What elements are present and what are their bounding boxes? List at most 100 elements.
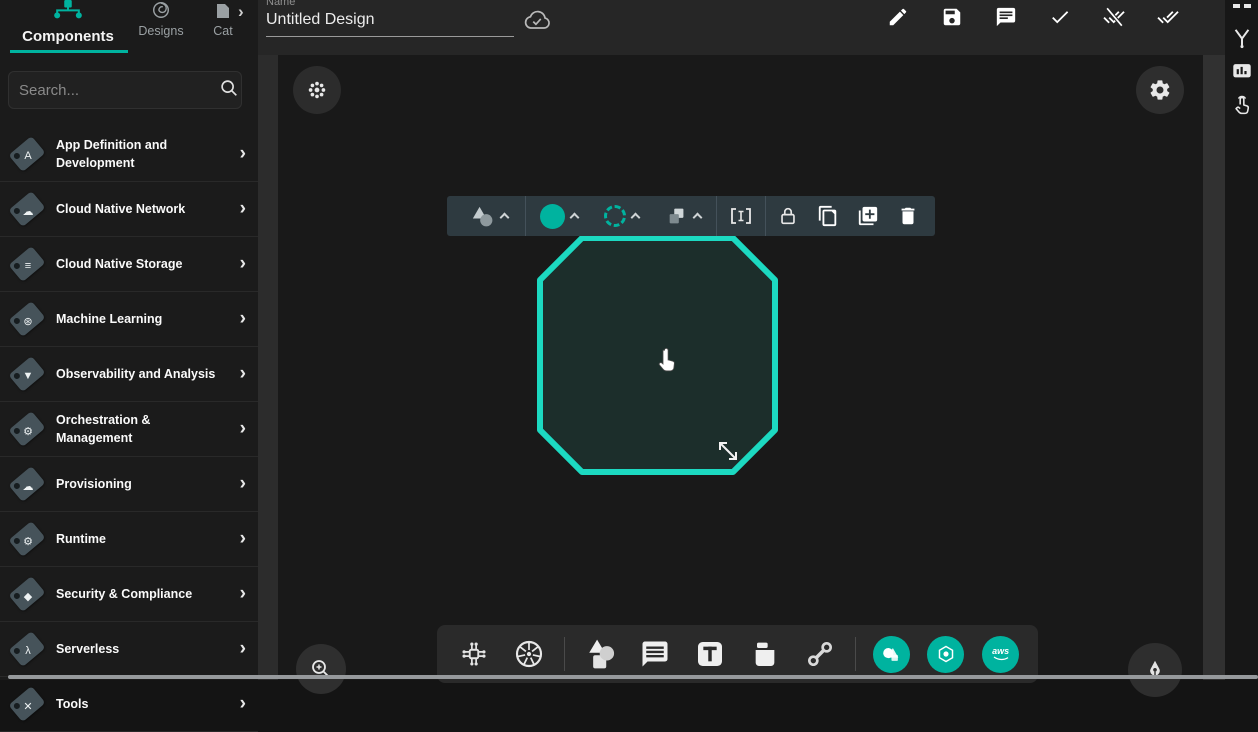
category-label: Orchestration & Management [56, 411, 230, 447]
chevron-right-icon: › [230, 198, 250, 220]
category-label: Security & Compliance [56, 585, 230, 603]
note-button[interactable] [744, 631, 787, 677]
comment-button[interactable] [634, 631, 677, 677]
right-drawer-handle[interactable] [1203, 55, 1225, 680]
chevron-up-icon [570, 213, 580, 223]
sidebar-category[interactable]: ⚙ Runtime › [0, 512, 258, 567]
top-action-bar [886, 5, 1180, 29]
sidebar-category[interactable]: ≡ Cloud Native Storage › [0, 237, 258, 292]
category-tag-icon: ⚙ [6, 408, 48, 450]
category-label: Cloud Native Network [56, 200, 230, 218]
sidebar-category[interactable]: ▼ Observability and Analysis › [0, 347, 258, 402]
component-browser-button[interactable] [453, 631, 496, 677]
chevron-right-icon: › [230, 253, 250, 275]
sidebar-category[interactable]: ◆ Security & Compliance › [0, 567, 258, 622]
tab-components[interactable]: Components [8, 0, 128, 45]
search-input[interactable] [19, 82, 218, 99]
tab-designs[interactable]: Designs [130, 0, 192, 38]
chevron-right-icon: › [230, 693, 250, 715]
zoom-in-button[interactable] [296, 644, 346, 694]
text-icon [694, 638, 726, 670]
sidebar-category[interactable]: ✕ Tools › [0, 677, 258, 732]
search-icon [218, 77, 240, 104]
category-label: Runtime [56, 530, 230, 548]
check-icon[interactable] [1048, 5, 1072, 29]
design-name-input[interactable] [266, 9, 514, 37]
tabs-scroll-chevron-icon[interactable]: › [238, 2, 244, 22]
shapes-library-button[interactable] [870, 631, 913, 677]
category-tag-icon: ⊛ [6, 298, 48, 340]
hand-cursor [655, 347, 679, 375]
circuit-icon [458, 638, 490, 670]
pen-nib-icon [1142, 657, 1168, 683]
designs-icon [149, 0, 173, 20]
merge-icon[interactable] [1229, 26, 1254, 51]
shape-picker-menu[interactable] [453, 196, 523, 236]
save-icon[interactable] [940, 5, 964, 29]
category-tag-icon: ☁ [6, 188, 48, 230]
chevron-up-icon [630, 213, 640, 223]
design-topbar: Name [258, 0, 1225, 55]
fill-color-swatch [540, 204, 565, 229]
gear-icon [1148, 78, 1172, 102]
category-label: Provisioning [56, 475, 230, 493]
category-label: Tools [56, 695, 230, 713]
layers-icon [666, 205, 688, 227]
component-search [8, 71, 242, 109]
resize-handle[interactable] [714, 437, 742, 465]
aws-logo: aws [992, 647, 1010, 662]
edit-icon[interactable] [886, 5, 910, 29]
sidebar-category[interactable]: ⚙ Orchestration & Management › [0, 402, 258, 457]
category-tag-icon: ⚙ [6, 518, 48, 560]
tab-catalog-label: Cat [213, 24, 232, 38]
canvas-settings-button[interactable] [1136, 66, 1184, 114]
check-all-icon[interactable] [1156, 5, 1180, 29]
aws-library-button[interactable]: aws [979, 631, 1022, 677]
shapes-icon [584, 637, 618, 671]
horizontal-scrollbar[interactable] [8, 675, 1258, 679]
chart-icon[interactable] [1229, 58, 1254, 83]
duplicate-button[interactable] [808, 196, 848, 236]
note-icon [749, 638, 781, 670]
category-tag-icon: ☁ [6, 463, 48, 505]
panel-icon[interactable] [1229, 0, 1254, 17]
sidebar-category[interactable]: ☁ Provisioning › [0, 457, 258, 512]
chevron-right-icon: › [230, 583, 250, 605]
sidebar-category[interactable]: A App Definition and Development › [0, 127, 258, 182]
meshery-snowflake-button[interactable] [293, 66, 341, 114]
sidebar-category[interactable]: λ Serverless › [0, 622, 258, 677]
snowflake-icon [306, 79, 328, 101]
lock-button[interactable] [768, 196, 808, 236]
shapes-button[interactable] [579, 631, 622, 677]
node-context-toolbar [447, 196, 935, 236]
right-toolbar [1225, 0, 1258, 680]
stroke-style-swatch [604, 205, 626, 227]
name-field-label: Name [266, 0, 295, 8]
left-drawer-handle[interactable] [258, 55, 278, 680]
hexagon-icon [935, 643, 957, 665]
edge-button[interactable] [798, 631, 841, 677]
freehand-pen-button[interactable] [1128, 643, 1182, 697]
uncheck-all-icon[interactable] [1102, 5, 1126, 29]
chevron-right-icon: › [230, 528, 250, 550]
sidebar-category[interactable]: ⊛ Machine Learning › [0, 292, 258, 347]
touch-icon[interactable] [1229, 92, 1254, 117]
copy-add-button[interactable] [848, 196, 888, 236]
chevron-right-icon: › [230, 418, 250, 440]
sidebar-category[interactable]: ☁ Cloud Native Network › [0, 182, 258, 237]
category-label: Observability and Analysis [56, 365, 230, 383]
shapes-teal-icon [880, 643, 902, 665]
text-button[interactable] [689, 631, 732, 677]
fit-width-button[interactable] [719, 196, 763, 236]
comment-icon[interactable] [994, 5, 1018, 29]
fill-color-menu[interactable] [528, 196, 590, 236]
hexagon-library-button[interactable] [925, 631, 968, 677]
delete-button[interactable] [888, 196, 928, 236]
kubernetes-button[interactable] [508, 631, 551, 677]
arrange-menu[interactable] [652, 196, 714, 236]
category-label: Cloud Native Storage [56, 255, 230, 273]
stroke-style-menu[interactable] [590, 196, 652, 236]
chevron-right-icon: › [230, 308, 250, 330]
chevron-up-icon [499, 213, 509, 223]
cloud-done-icon [522, 7, 552, 38]
